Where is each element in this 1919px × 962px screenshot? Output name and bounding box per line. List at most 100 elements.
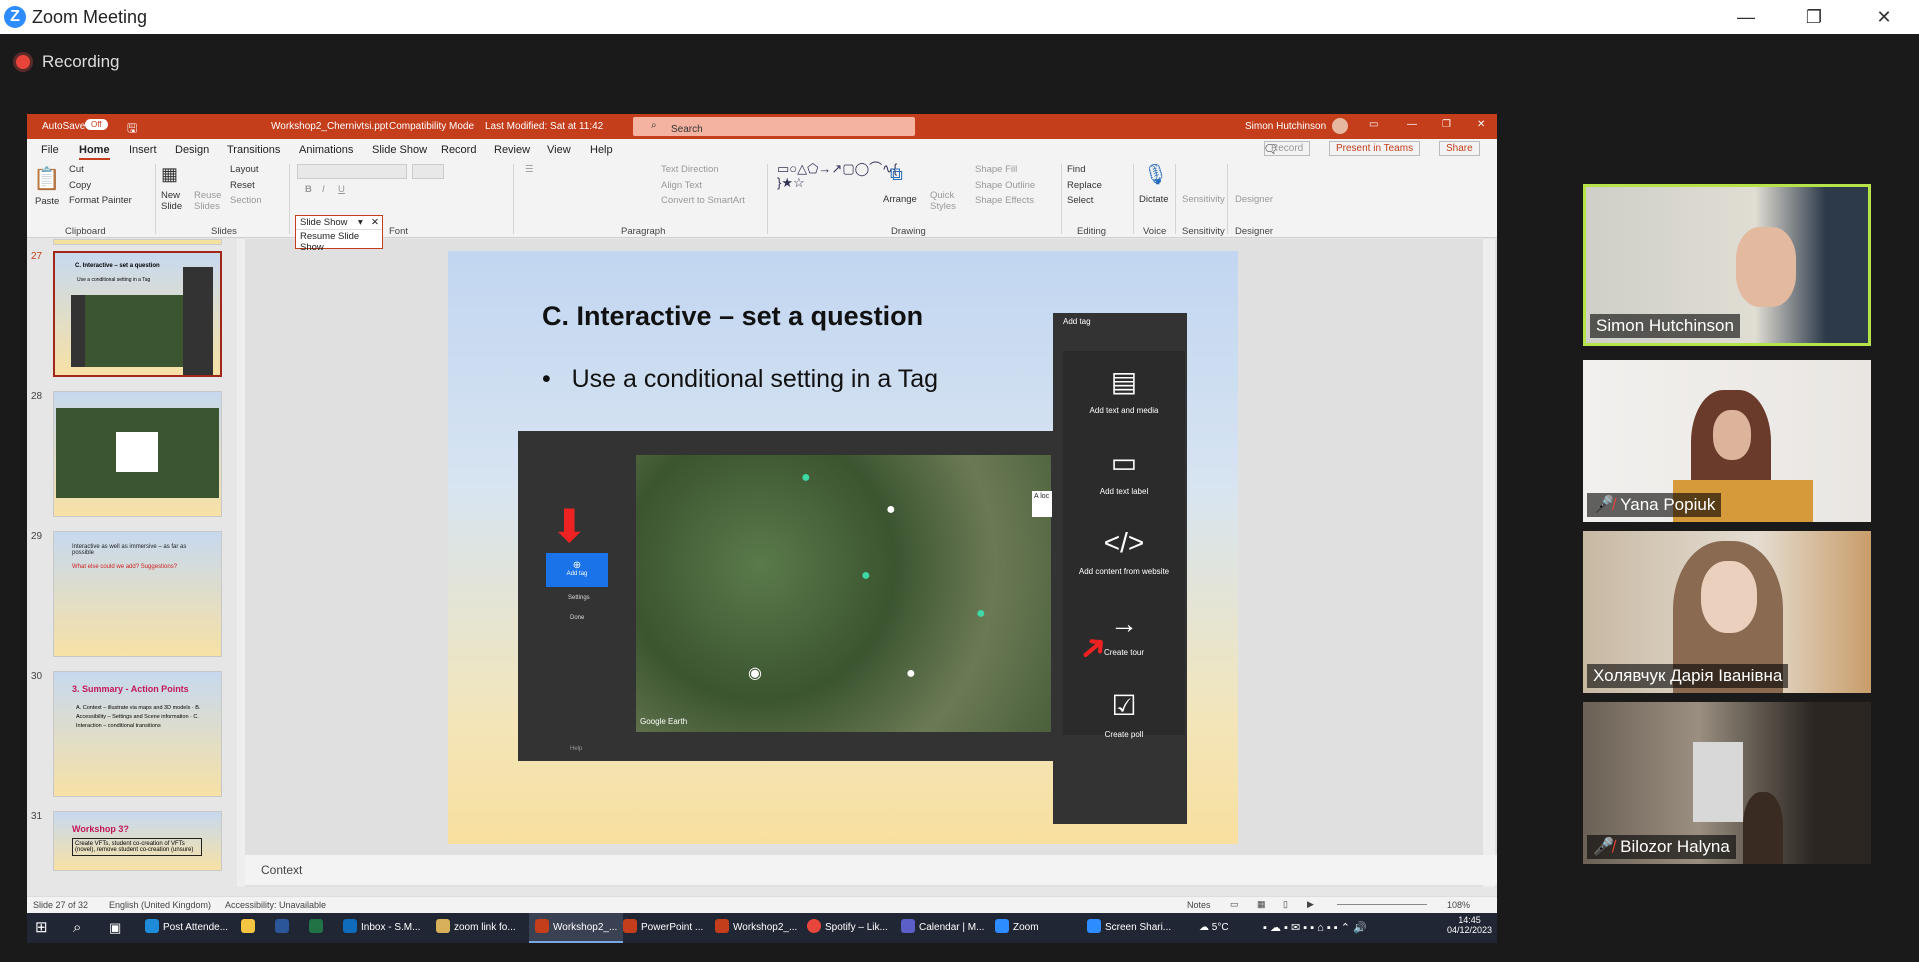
ppt-close-icon[interactable]: ✕: [1477, 119, 1485, 130]
select-button[interactable]: Select: [1067, 195, 1093, 206]
participant-video-3[interactable]: Холявчук Дарія Іванівна: [1583, 531, 1871, 693]
taskbar-explorer[interactable]: [241, 913, 259, 943]
find-button[interactable]: Find: [1067, 164, 1085, 175]
slideshow-icon[interactable]: ▶: [1307, 899, 1314, 910]
paste-button[interactable]: Paste: [35, 196, 59, 207]
participant-video-2[interactable]: 🎤̸ Yana Popiuk: [1583, 360, 1871, 522]
thumbnail-26-edge[interactable]: [53, 239, 222, 245]
convert-smartart-button[interactable]: Convert to SmartArt: [661, 195, 745, 206]
system-tray-icons[interactable]: ▪ ☁ ▪ ✉ ▪ ▪ ⌂ ▪ ▪ ⌃ 🔊: [1263, 913, 1367, 943]
ppt-search-box[interactable]: ⌕ Search: [633, 117, 915, 136]
italic-button[interactable]: I: [322, 184, 325, 195]
chevron-down-icon[interactable]: ▾: [358, 217, 363, 228]
ppt-user-name[interactable]: Simon Hutchinson: [1245, 121, 1326, 132]
notes-button[interactable]: Notes: [1187, 900, 1211, 910]
ribbon-display-icon[interactable]: ▭: [1369, 119, 1378, 130]
taskbar-excel[interactable]: [309, 913, 327, 943]
clock[interactable]: 14:45 04/12/2023: [1447, 915, 1492, 935]
participant-video-1[interactable]: Simon Hutchinson: [1583, 184, 1871, 346]
align-text-button[interactable]: Align Text: [661, 180, 702, 191]
taskbar-edge[interactable]: Post Attende...: [145, 913, 228, 943]
tab-help[interactable]: Help: [590, 144, 613, 156]
share-button[interactable]: Share: [1439, 141, 1480, 156]
avatar[interactable]: [1332, 118, 1348, 134]
bold-button[interactable]: B: [305, 184, 312, 195]
search-icon[interactable]: ⌕: [73, 913, 81, 943]
tab-design[interactable]: Design: [175, 144, 209, 156]
accessibility-indicator[interactable]: Accessibility: Unavailable: [225, 900, 326, 910]
close-button[interactable]: ✕: [1864, 4, 1904, 30]
taskbar-powerpoint-2[interactable]: Workshop2_...: [715, 913, 797, 943]
reading-view-icon[interactable]: ▯: [1283, 899, 1288, 910]
tab-record[interactable]: Record: [441, 144, 476, 156]
minimize-button[interactable]: —: [1726, 4, 1766, 30]
tab-view[interactable]: View: [547, 144, 571, 156]
thumbnail-31[interactable]: Workshop 3? Create VFTs, student co-crea…: [53, 811, 222, 871]
tab-review[interactable]: Review: [494, 144, 530, 156]
shapes-gallery[interactable]: ▭○△⬠→↗▢◯⌒∿{ }★☆: [777, 162, 897, 190]
cut-button[interactable]: Cut: [69, 164, 84, 175]
taskbar-zoom[interactable]: Zoom: [995, 913, 1039, 943]
task-view-icon[interactable]: ▣: [109, 913, 121, 943]
copy-button[interactable]: Copy: [69, 180, 91, 191]
reuse-slides-button[interactable]: Reuse Slides: [194, 190, 224, 212]
sensitivity-button[interactable]: Sensitivity: [1182, 194, 1225, 205]
zoom-slider[interactable]: [1337, 904, 1427, 905]
underline-button[interactable]: U: [338, 184, 345, 195]
dictate-button[interactable]: Dictate: [1139, 194, 1169, 205]
new-slide-button[interactable]: New Slide: [161, 190, 191, 212]
thumbnail-29[interactable]: Interactive as well as immersive – as fa…: [53, 531, 222, 657]
thumbnail-30[interactable]: 3. Summary - Action Points A. Context – …: [53, 671, 222, 797]
ppt-minimize-icon[interactable]: —: [1407, 119, 1417, 130]
quick-styles-button[interactable]: Quick Styles: [930, 190, 960, 212]
slide-sorter-icon[interactable]: ▦: [1257, 899, 1266, 910]
tab-home[interactable]: Home: [79, 144, 110, 160]
thumbnail-28[interactable]: [53, 391, 222, 517]
tab-slide-show[interactable]: Slide Show: [372, 144, 427, 156]
bullets-icon[interactable]: ☰: [525, 164, 534, 175]
text-direction-button[interactable]: Text Direction: [661, 164, 719, 175]
taskbar-powerpoint-active[interactable]: Workshop2_...: [529, 913, 624, 943]
section-button[interactable]: Section: [230, 195, 262, 206]
restore-button[interactable]: ❐: [1794, 4, 1834, 30]
replace-button[interactable]: Replace: [1067, 180, 1102, 191]
taskbar-outlook[interactable]: Inbox - S.M...: [343, 913, 420, 943]
language-indicator[interactable]: English (United Kingdom): [109, 900, 211, 910]
taskbar-chrome[interactable]: Spotify – Lik...: [807, 913, 888, 943]
thumbnail-scrollbar[interactable]: [237, 239, 245, 887]
reset-button[interactable]: Reset: [230, 180, 255, 191]
taskbar-word[interactable]: [275, 913, 293, 943]
shape-outline-button[interactable]: Shape Outline: [975, 180, 1035, 191]
arrange-button[interactable]: Arrange: [883, 194, 917, 205]
ppt-restore-icon[interactable]: ❐: [1442, 119, 1451, 130]
tab-animations[interactable]: Animations: [299, 144, 353, 156]
windows-start-icon[interactable]: ⊞: [35, 913, 48, 943]
record-button[interactable]: Record: [1264, 141, 1311, 156]
normal-view-icon[interactable]: ▭: [1230, 899, 1239, 910]
font-size-select[interactable]: [412, 164, 444, 179]
resume-slide-show-item[interactable]: Resume Slide Show: [296, 230, 382, 254]
taskbar-powerpoint[interactable]: PowerPoint ...: [623, 913, 703, 943]
shape-fill-button[interactable]: Shape Fill: [975, 164, 1017, 175]
taskbar-mail[interactable]: zoom link fo...: [436, 913, 516, 943]
slide-title[interactable]: C. Interactive – set a question: [542, 301, 923, 332]
zoom-level[interactable]: 108%: [1447, 900, 1470, 910]
present-in-teams-button[interactable]: Present in Teams: [1329, 141, 1421, 156]
close-icon[interactable]: ✕: [371, 217, 379, 228]
tab-transitions[interactable]: Transitions: [227, 144, 280, 156]
tab-insert[interactable]: Insert: [129, 144, 157, 156]
slide-scrollbar[interactable]: [1483, 239, 1495, 887]
participant-video-4[interactable]: 🎤̸ Bilozor Halyna: [1583, 702, 1871, 864]
slide-bullet[interactable]: • Use a conditional setting in a Tag: [542, 365, 938, 394]
save-icon[interactable]: 🖫: [127, 119, 137, 140]
recording-indicator[interactable]: Recording: [16, 52, 120, 72]
new-slide-icon[interactable]: ▦: [161, 164, 178, 185]
taskbar-screen-share[interactable]: Screen Shari...: [1087, 913, 1171, 943]
paste-icon[interactable]: 📋: [33, 166, 60, 192]
notes-pane[interactable]: Context: [245, 855, 1497, 885]
tab-file[interactable]: File: [41, 144, 59, 156]
shape-effects-button[interactable]: Shape Effects: [975, 195, 1034, 206]
autosave-toggle[interactable]: Off: [85, 119, 108, 130]
arrange-icon[interactable]: ⧉: [890, 164, 903, 185]
thumbnail-27[interactable]: C. Interactive – set a question Use a co…: [53, 251, 222, 377]
